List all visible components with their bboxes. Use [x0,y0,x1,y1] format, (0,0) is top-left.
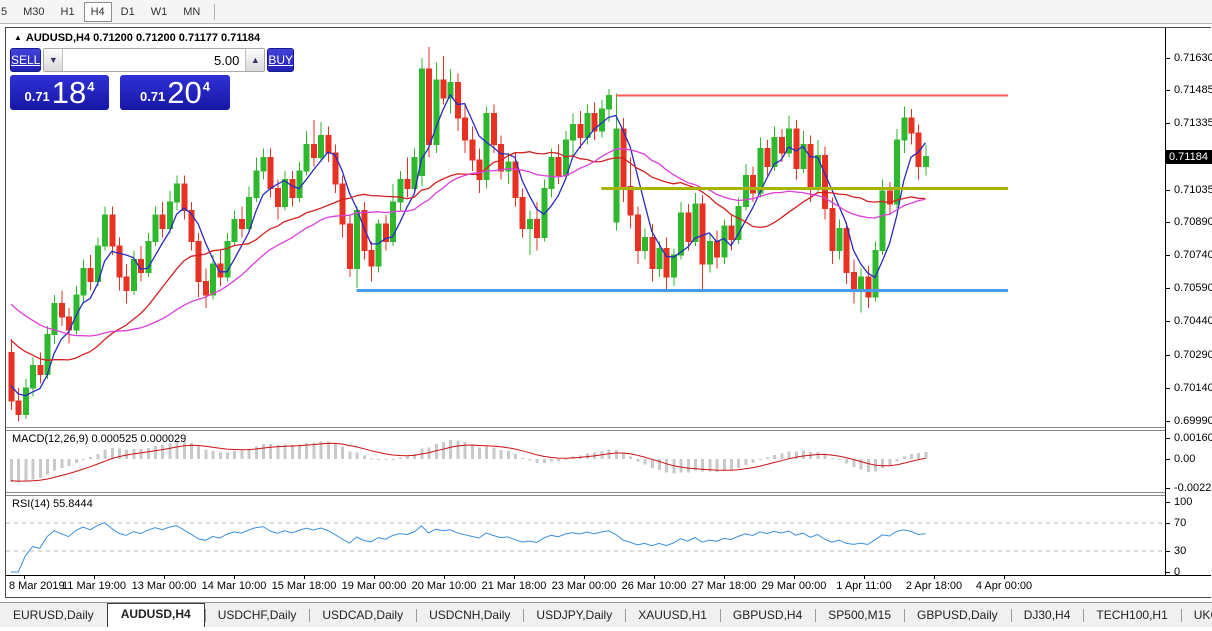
price-axis-label: 0.71035 [1174,183,1212,196]
sell-button[interactable]: SELL [10,48,42,72]
time-axis-tick [864,576,865,579]
price-axis-tick [1165,123,1170,125]
price-axis-label: 0.71630 [1174,51,1212,64]
price-axis-tick [1165,387,1170,389]
time-axis-tick [304,576,305,579]
timeframe-h1[interactable]: H1 [54,2,82,22]
price-axis-tick [1165,288,1170,290]
chart-tab-sp500-m15[interactable]: SP500,M15 [815,604,904,627]
macd-axis-tick [1165,488,1170,490]
price-axis-tick [1165,57,1170,59]
chart-tab-usdcad-daily[interactable]: USDCAD,Daily [309,604,416,627]
rsi-axis-tick [1165,572,1170,573]
chart-tabs-bar: EURUSD,Daily AUDUSD,H4 USDCHF,Daily USDCAD,… [0,602,1212,627]
price-axis-label: 0.71335 [1174,117,1212,130]
time-axis-tick [794,576,795,579]
timeframe-w1[interactable]: W1 [144,2,175,22]
time-axis-tick [94,576,95,579]
price-axis[interactable]: 0.71630 0.71485 0.71335 0.71184 0.71035 0.708… [1165,28,1212,578]
time-axis-tick [1004,576,1005,579]
sell-price-display[interactable]: 0.71 18 4 [10,75,109,110]
chart-tab-usdjpy-daily[interactable]: USDJPY,Daily [523,604,625,627]
rsi-panel[interactable]: RSI(14) 55.8444 [6,496,1165,575]
time-axis-tick [654,576,655,579]
time-axis-tick [374,576,375,579]
chart-window: ▲ AUDUSD,H4 0.71200 0.71200 0.71177 0.711… [5,27,1212,598]
rsi-label: RSI(14) 55.8444 [12,498,93,510]
buy-price-display[interactable]: 0.71 20 4 [120,75,230,110]
price-axis-tick [1165,189,1170,191]
rsi-axis-tick [1165,523,1170,524]
rsi-axis-tick [1165,551,1170,552]
timeframe-mn[interactable]: MN [176,2,207,22]
timeframe-d1[interactable]: D1 [114,2,142,22]
chart-tab-audusd-h4[interactable]: AUDUSD,H4 [106,603,205,627]
one-click-trading-panel: SELL ▼ ▲ BUY 0.71184 0.71204 [10,48,295,110]
timeframe-m30[interactable]: M30 [16,2,51,22]
price-axis-label: 0.70440 [1174,315,1212,328]
price-axis-tick [1165,354,1170,356]
time-axis-tick [514,576,515,579]
chart-tab-usdcnh-daily[interactable]: USDCNH,Daily [416,604,523,627]
time-axis[interactable]: 8 Mar 2019 11 Mar 19:00 13 Mar 00:00 14 Mar… [6,575,1211,597]
rsi-axis-label: 100 [1174,496,1193,508]
price-axis-label: 0.70290 [1174,348,1212,361]
symbol-ohlc-line: ▲ AUDUSD,H4 0.71200 0.71200 0.71177 0.711… [14,32,260,44]
volume-increase-button[interactable]: ▲ [245,49,265,71]
price-axis-tick [1165,90,1170,92]
time-axis-tick [584,576,585,579]
price-axis-label: 0.70590 [1174,282,1212,295]
time-axis-tick [444,576,445,579]
macd-label: MACD(12,26,9) 0.000525 0.000029 [12,433,187,445]
price-axis-tick [1165,221,1170,223]
macd-axis-label: 0.001605 [1174,432,1212,445]
price-axis-label: 0.70890 [1174,215,1212,228]
time-axis-label: 4 Apr 00:00 [975,580,1033,592]
macd-axis-label: 0.00 [1174,453,1196,465]
time-axis-tick [24,576,25,579]
chart-tab-xauusd-h1[interactable]: XAUUSD,H1 [625,604,720,627]
chart-tab-eurusd-daily[interactable]: EURUSD,Daily [0,604,107,627]
macd-axis-tick [1165,459,1170,460]
rsi-axis-tick [1165,502,1170,503]
timeframe-5[interactable]: 5 [0,2,14,22]
time-axis-tick [934,576,935,579]
rsi-axis-label: 30 [1174,545,1187,557]
time-axis-tick [234,576,235,579]
timeframe-toolbar: 5 M30 H1 H4 D1 W1 MN [0,0,1212,24]
price-axis-label: 0.69990 [1174,414,1212,427]
main-chart-plot[interactable]: ▲ AUDUSD,H4 0.71200 0.71200 0.71177 0.711… [6,28,1165,427]
macd-axis-tick [1165,438,1170,440]
time-axis-tick [164,576,165,579]
price-axis-label: 0.70140 [1174,381,1212,394]
chart-tab-gbpusd-daily[interactable]: GBPUSD,Daily [904,604,1011,627]
chart-tab-gbpusd-h4[interactable]: GBPUSD,H4 [719,604,815,627]
price-axis-tick [1165,254,1170,256]
price-axis-label: 0.70740 [1174,248,1212,261]
volume-control: ▼ ▲ [43,48,266,72]
chart-tab-ukc[interactable]: UKC [1180,604,1212,627]
chart-tab-dj30-h4[interactable]: DJ30,H4 [1010,604,1084,627]
collapse-icon[interactable]: ▲ [14,33,22,42]
current-price-tag: 0.71184 [1166,149,1212,164]
buy-button[interactable]: BUY [267,48,295,72]
macd-axis-label: -0.002235 [1174,482,1212,495]
rsi-axis-label: 70 [1174,517,1187,529]
volume-input[interactable] [63,49,246,71]
timeframe-h4[interactable]: H4 [83,1,112,22]
price-axis-label: 0.71485 [1174,84,1212,97]
macd-panel[interactable]: MACD(12,26,9) 0.000525 0.000029 [6,431,1165,493]
chart-tab-usdchf-daily[interactable]: USDCHF,Daily [204,604,310,627]
symbol-ohlc-text: AUDUSD,H4 0.71200 0.71200 0.71177 0.7118… [25,32,261,44]
chart-tab-tech100-h1[interactable]: TECH100,H1 [1083,604,1180,627]
volume-decrease-button[interactable]: ▼ [44,49,64,71]
rsi-axis-label: 0 [1174,566,1181,578]
time-axis-tick [724,576,725,579]
price-axis-tick [1165,420,1170,422]
toolbar-separator [214,3,216,20]
price-axis-tick [1165,321,1170,323]
